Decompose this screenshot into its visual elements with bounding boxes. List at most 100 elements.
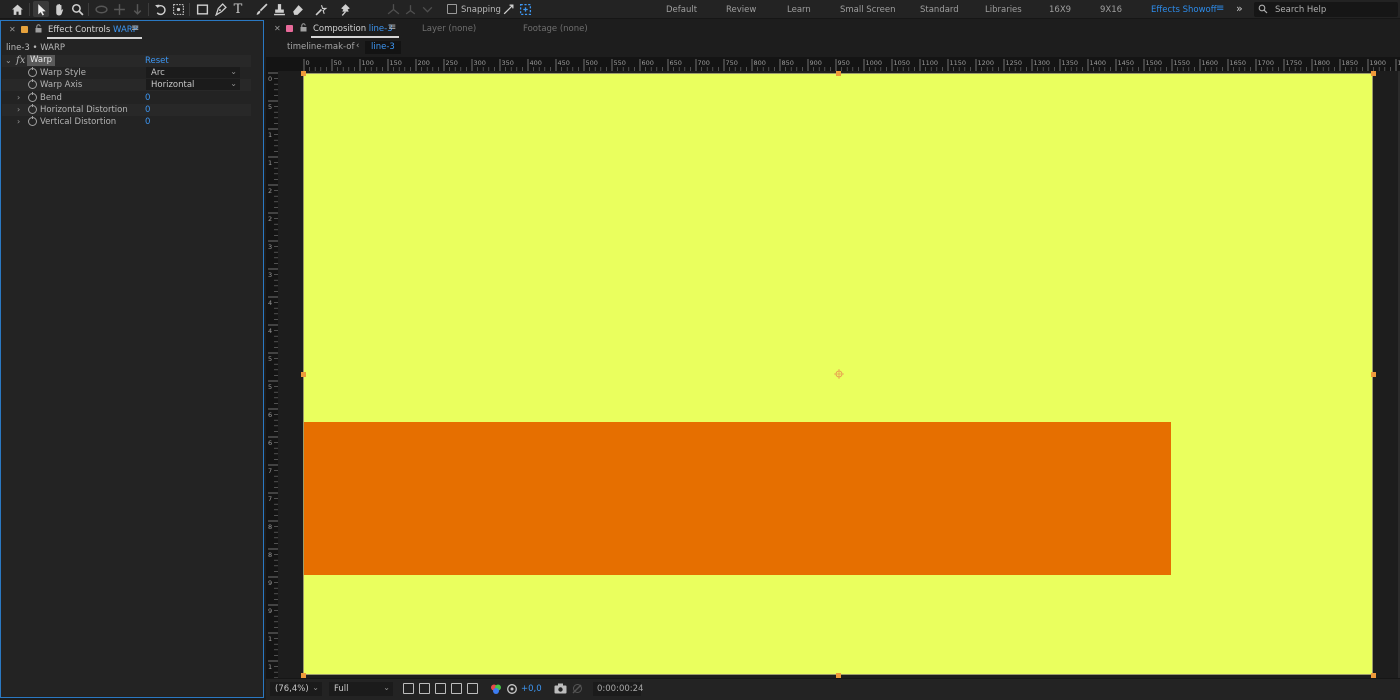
lock-icon[interactable] bbox=[35, 24, 42, 35]
anchor-point-icon[interactable] bbox=[834, 369, 844, 379]
fx-icon[interactable]: fx bbox=[16, 55, 25, 66]
ruler-label: 1 bbox=[268, 131, 272, 139]
property-row-warp-style: Warp Style Arc ⌄ bbox=[2, 67, 251, 79]
workspace-overflow-icon[interactable]: » bbox=[1236, 2, 1243, 15]
active-tab-indicator bbox=[47, 37, 142, 39]
composition-tab[interactable]: Composition line-3 bbox=[313, 24, 393, 34]
search-help-field[interactable]: Search Help bbox=[1254, 2, 1398, 17]
transparency-grid-icon[interactable] bbox=[419, 683, 430, 694]
warp-style-dropdown[interactable]: Arc ⌄ bbox=[146, 67, 240, 78]
brush-tool-icon[interactable] bbox=[253, 1, 269, 17]
resolution-dropdown[interactable]: Full ⌄ bbox=[329, 682, 393, 696]
guides-icon[interactable] bbox=[451, 683, 462, 694]
pan-camera-icon[interactable] bbox=[111, 1, 127, 17]
ruler-label: 250 bbox=[446, 59, 458, 67]
zoom-tool-icon[interactable] bbox=[69, 1, 85, 17]
snap-features-icon[interactable] bbox=[517, 1, 533, 17]
world-axis-icon[interactable] bbox=[402, 1, 418, 17]
home-icon[interactable] bbox=[9, 1, 25, 17]
ruler-label: 950 bbox=[838, 59, 850, 67]
region-of-interest-icon[interactable] bbox=[403, 683, 414, 694]
exposure-value[interactable]: +0,0 bbox=[521, 684, 542, 694]
snap-edges-icon[interactable] bbox=[500, 1, 516, 17]
expand-arrow-icon[interactable]: › bbox=[17, 105, 20, 114]
ruler-label: 800 bbox=[754, 59, 766, 67]
snapping-checkbox[interactable] bbox=[447, 4, 457, 14]
magnification-dropdown[interactable]: (76,4%) ⌄ bbox=[270, 682, 322, 696]
mask-visibility-icon[interactable] bbox=[435, 683, 446, 694]
workspace-standard[interactable]: Standard bbox=[920, 5, 959, 15]
workspace-9x16[interactable]: 9X16 bbox=[1100, 5, 1122, 15]
breadcrumb-current[interactable]: line-3 bbox=[365, 41, 401, 54]
workspace-review[interactable]: Review bbox=[726, 5, 756, 15]
stopwatch-icon[interactable] bbox=[28, 92, 37, 102]
orange-shape-layer[interactable] bbox=[304, 422, 1171, 575]
effect-header-row[interactable]: ⌄ fx Warp Reset bbox=[2, 55, 251, 67]
stopwatch-icon[interactable] bbox=[28, 79, 37, 89]
vertical-distortion-value[interactable]: 0 bbox=[145, 117, 150, 127]
footage-tab[interactable]: Footage (none) bbox=[523, 24, 588, 34]
transform-handle[interactable] bbox=[836, 71, 841, 76]
workspace-small-screen[interactable]: Small Screen bbox=[840, 5, 896, 15]
grid-icon[interactable] bbox=[467, 683, 478, 694]
effect-name[interactable]: Warp bbox=[27, 55, 55, 66]
lock-icon[interactable] bbox=[300, 23, 307, 34]
local-axis-icon[interactable] bbox=[385, 1, 401, 17]
ruler-label: 1 bbox=[268, 663, 272, 671]
expand-arrow-icon[interactable]: › bbox=[17, 93, 20, 102]
orbit-camera-icon[interactable] bbox=[93, 1, 109, 17]
pen-tool-icon[interactable] bbox=[212, 1, 228, 17]
anchor-point-tool-icon[interactable] bbox=[170, 1, 186, 17]
workspace-default[interactable]: Default bbox=[666, 5, 697, 15]
ruler-label: 6 bbox=[268, 439, 272, 447]
ruler-label: 1 bbox=[268, 159, 272, 167]
exposure-icon[interactable] bbox=[506, 683, 518, 695]
ruler-label: 600 bbox=[642, 59, 654, 67]
layer-tab[interactable]: Layer (none) bbox=[422, 24, 476, 34]
vertical-ruler[interactable]: 0 5 1 1 2 2 3 3 4 4 5 5 6 6 7 7 8 8 9 9 1 1 bbox=[266, 71, 278, 678]
transform-handle[interactable] bbox=[301, 71, 306, 76]
reset-button[interactable]: Reset bbox=[145, 56, 169, 66]
expand-arrow-icon[interactable]: › bbox=[17, 117, 20, 126]
stopwatch-icon[interactable] bbox=[28, 104, 37, 114]
workspace-menu-icon[interactable]: ≡ bbox=[1216, 3, 1224, 14]
rotation-tool-icon[interactable] bbox=[152, 1, 168, 17]
ruler-label: 450 bbox=[558, 59, 570, 67]
color-channels-icon[interactable] bbox=[490, 683, 502, 695]
stopwatch-icon[interactable] bbox=[28, 116, 37, 126]
workspace-16x9[interactable]: 16X9 bbox=[1049, 5, 1071, 15]
show-snapshot-icon[interactable] bbox=[572, 683, 583, 694]
current-time-display[interactable]: 0:00:00:24 bbox=[593, 682, 643, 696]
clone-stamp-tool-icon[interactable] bbox=[271, 1, 287, 17]
workspace-effects-showoff[interactable]: Effects Showoff bbox=[1151, 5, 1217, 15]
collapse-arrow-icon[interactable]: ⌄ bbox=[5, 56, 12, 65]
warp-axis-dropdown[interactable]: Horizontal ⌄ bbox=[146, 79, 240, 90]
panel-menu-icon[interactable]: ≡ bbox=[388, 22, 396, 33]
transform-handle[interactable] bbox=[1371, 71, 1376, 76]
panel-menu-icon[interactable]: ≡ bbox=[131, 23, 139, 34]
transform-handle[interactable] bbox=[301, 372, 306, 377]
stopwatch-icon[interactable] bbox=[28, 67, 37, 77]
type-tool-icon[interactable]: T bbox=[230, 1, 246, 17]
ruler-label: 1300 bbox=[1034, 59, 1051, 67]
breadcrumb-parent[interactable]: timeline-mak-of bbox=[287, 42, 354, 52]
horizontal-distortion-value[interactable]: 0 bbox=[145, 105, 150, 115]
workspace-learn[interactable]: Learn bbox=[787, 5, 811, 15]
close-icon[interactable]: ✕ bbox=[274, 24, 281, 33]
dolly-camera-icon[interactable] bbox=[129, 1, 145, 17]
view-axis-icon[interactable] bbox=[419, 1, 435, 17]
eraser-tool-icon[interactable] bbox=[289, 1, 305, 17]
effect-controls-tab[interactable]: ✕ Effect Controls WARP ≡ bbox=[1, 21, 263, 39]
selection-tool-icon[interactable] bbox=[33, 1, 49, 17]
composition-viewer[interactable] bbox=[278, 71, 1400, 678]
puppet-pin-tool-icon[interactable] bbox=[337, 1, 353, 17]
roto-brush-tool-icon[interactable] bbox=[313, 1, 329, 17]
close-icon[interactable]: ✕ bbox=[9, 25, 16, 34]
bend-value[interactable]: 0 bbox=[145, 93, 150, 103]
workspace-libraries[interactable]: Libraries bbox=[985, 5, 1022, 15]
rectangle-tool-icon[interactable] bbox=[194, 1, 210, 17]
transform-handle[interactable] bbox=[1371, 372, 1376, 377]
hand-tool-icon[interactable] bbox=[51, 1, 67, 17]
snapshot-camera-icon[interactable] bbox=[554, 683, 567, 694]
horizontal-ruler[interactable]: 0 50 100 150 200 250 300 350 400 450 500 550 600 650 7… bbox=[266, 57, 1400, 71]
